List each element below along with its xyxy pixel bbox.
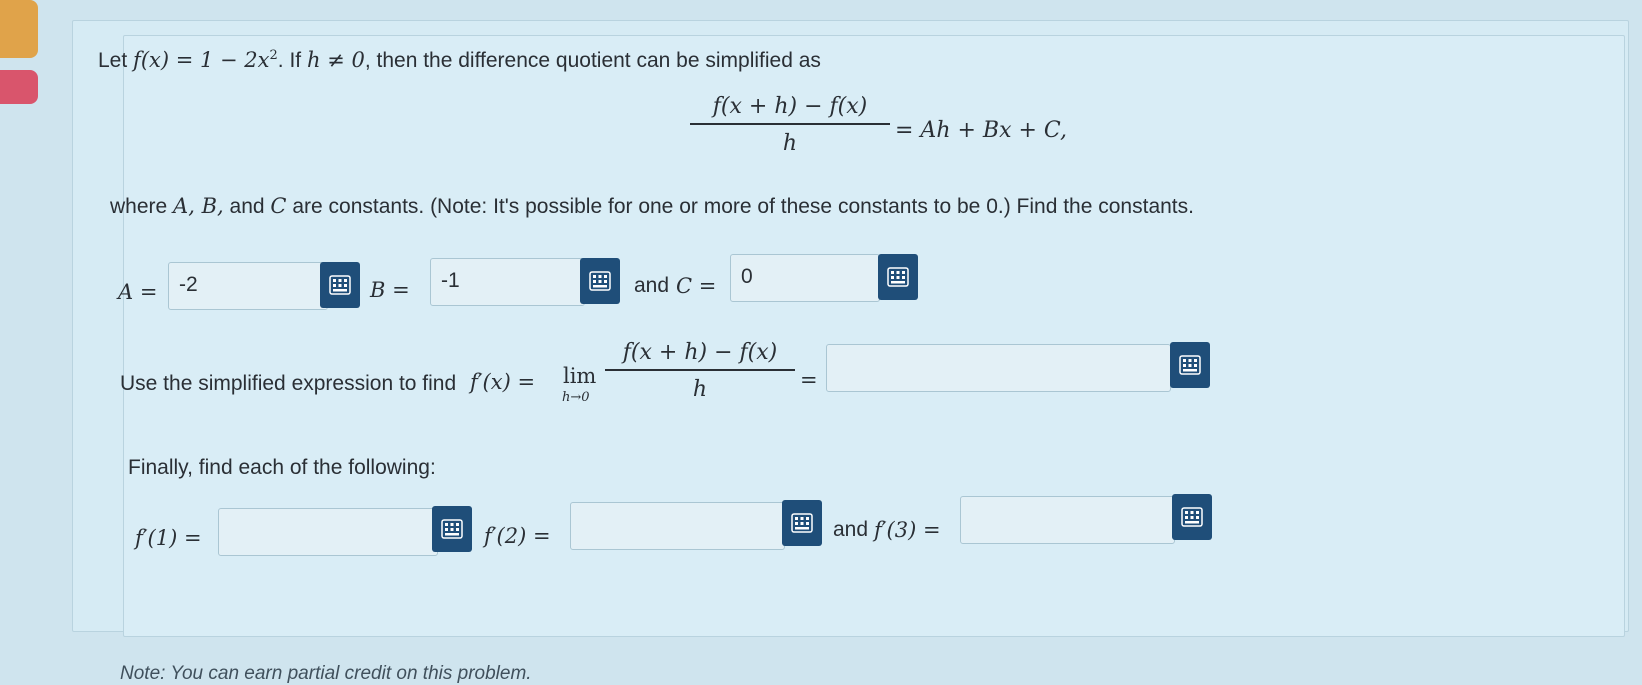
side-tab-pink[interactable] xyxy=(0,70,38,104)
b-label: B = xyxy=(370,278,410,302)
derivative-fraction: f(x + h) − f(x) h xyxy=(605,340,795,402)
where-line: where A, B, and C are constants. (Note: … xyxy=(110,194,1194,219)
b-input[interactable]: -1 xyxy=(430,258,585,306)
dq-numerator: f(x + h) − f(x) xyxy=(690,94,890,125)
f3-label: f′(3) = xyxy=(874,518,941,542)
equation-editor-button-c[interactable] xyxy=(878,254,918,300)
side-tab-orange[interactable] xyxy=(0,0,38,58)
derivative-equals: = xyxy=(800,368,818,392)
dq-rhs: = Ah + Bx + C, xyxy=(895,118,1067,143)
equation-editor-button-f2[interactable] xyxy=(782,500,822,546)
intro-if: . If xyxy=(277,49,302,72)
equation-editor-button-derivative[interactable] xyxy=(1170,342,1210,388)
derivative-input[interactable] xyxy=(826,344,1171,392)
equation-editor-button-f3[interactable] xyxy=(1172,494,1212,540)
where-word: where xyxy=(110,195,168,218)
finally-text: Finally, find each of the following: xyxy=(128,456,436,479)
intro-h-condition: h ≠ 0 xyxy=(306,48,365,72)
where-c: C xyxy=(270,194,287,218)
problem-intro: Let f(x) = 1 − 2x2. If h ≠ 0, then the d… xyxy=(98,48,821,73)
lim-subscript: h→0 xyxy=(562,390,590,405)
derivative-numerator: f(x + h) − f(x) xyxy=(605,340,795,371)
a-label: A = xyxy=(118,280,158,304)
derivative-prompt: Use the simplified expression to find xyxy=(120,372,457,395)
a-input[interactable]: -2 xyxy=(168,262,328,310)
constants-and: and xyxy=(634,274,670,297)
dq-denominator: h xyxy=(782,131,798,156)
partial-credit-note: Note: You can earn partial credit on thi… xyxy=(120,663,532,684)
keypad-icon xyxy=(1179,355,1201,375)
f3-input[interactable] xyxy=(960,496,1175,544)
keypad-icon xyxy=(887,267,909,287)
f1-input[interactable] xyxy=(218,508,438,556)
intro-exponent: 2 xyxy=(269,48,278,63)
where-rest: are constants. (Note: It's possible for … xyxy=(292,195,1194,218)
intro-let: Let xyxy=(98,49,128,72)
equation-editor-button-a[interactable] xyxy=(320,262,360,308)
derivative-denominator: h xyxy=(692,377,708,402)
f2-label: f′(2) = xyxy=(484,524,551,548)
f2-input[interactable] xyxy=(570,502,785,550)
equation-editor-button-f1[interactable] xyxy=(432,506,472,552)
intro-rest: , then the difference quotient can be si… xyxy=(364,49,821,72)
keypad-icon xyxy=(791,513,813,533)
lim-text: lim xyxy=(563,364,597,388)
equation-editor-button-b[interactable] xyxy=(580,258,620,304)
where-vars: A, B, xyxy=(173,194,224,218)
fprime-label: f′(x) = xyxy=(470,370,536,394)
c-input[interactable]: 0 xyxy=(730,254,880,302)
keypad-icon xyxy=(1181,507,1203,527)
keypad-icon xyxy=(589,271,611,291)
f1-label: f′(1) = xyxy=(135,526,202,550)
keypad-icon xyxy=(441,519,463,539)
keypad-icon xyxy=(329,275,351,295)
difference-quotient-fraction: f(x + h) − f(x) h xyxy=(690,94,890,156)
intro-function: f(x) = 1 − 2x xyxy=(133,48,270,72)
c-label: C = xyxy=(676,274,717,298)
finally-and: and xyxy=(833,518,869,541)
where-and: and xyxy=(229,195,265,218)
